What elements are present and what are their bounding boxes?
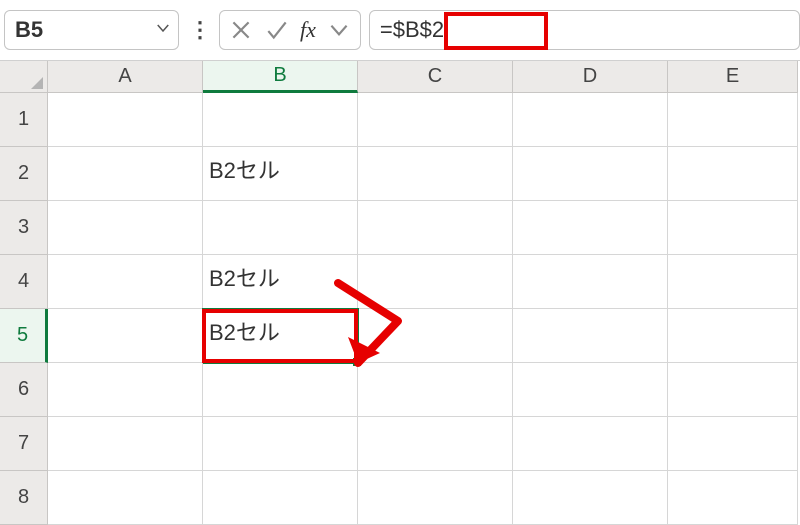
column-headers: A B C D E [0,61,800,93]
cell[interactable] [358,255,513,309]
chevron-down-icon [154,17,172,43]
cell[interactable] [358,309,513,363]
name-box[interactable]: B5 [4,10,179,50]
cell-selected[interactable]: B2セル [203,309,358,363]
formula-bar: B5 ⋮ fx =$B$2 [0,0,800,60]
cell[interactable] [48,147,203,201]
table-row: 2 B2セル [0,147,800,201]
formula-buttons: fx [219,10,361,50]
col-header[interactable]: A [48,61,203,93]
table-row: 4 B2セル [0,255,800,309]
cell[interactable] [203,471,358,525]
cell[interactable] [358,147,513,201]
cell[interactable] [668,255,798,309]
col-header[interactable]: B [203,61,358,93]
cell[interactable] [668,363,798,417]
cell[interactable]: B2セル [203,147,358,201]
name-box-value: B5 [15,17,154,43]
cell[interactable] [48,255,203,309]
chevron-down-icon[interactable] [326,17,352,43]
divider-icon: ⋮ [187,17,211,43]
cell[interactable] [48,417,203,471]
cell[interactable] [358,417,513,471]
table-row: 3 [0,201,800,255]
cell[interactable] [513,417,668,471]
cell[interactable] [668,93,798,147]
cell[interactable] [358,201,513,255]
table-row: 7 [0,417,800,471]
row-header[interactable]: 5 [0,309,48,363]
cell[interactable] [48,363,203,417]
table-row: 1 [0,93,800,147]
fx-icon[interactable]: fx [300,17,316,43]
row-header[interactable]: 8 [0,471,48,525]
row-header[interactable]: 6 [0,363,48,417]
cell[interactable] [513,471,668,525]
col-header[interactable]: D [513,61,668,93]
cell[interactable] [668,147,798,201]
col-header[interactable]: C [358,61,513,93]
row-header[interactable]: 4 [0,255,48,309]
table-row: 5 B2セル [0,309,800,363]
row-header[interactable]: 7 [0,417,48,471]
cell[interactable]: B2セル [203,255,358,309]
table-row: 8 [0,471,800,525]
cell[interactable] [513,201,668,255]
cell[interactable] [513,363,668,417]
cell[interactable] [203,201,358,255]
cell[interactable] [48,201,203,255]
formula-text: =$B$2 [380,17,444,43]
cell[interactable] [668,309,798,363]
cell[interactable] [203,417,358,471]
cancel-icon[interactable] [228,17,254,43]
cell[interactable] [668,417,798,471]
row-header[interactable]: 2 [0,147,48,201]
cell[interactable] [513,255,668,309]
cell[interactable] [513,93,668,147]
col-header[interactable]: E [668,61,798,93]
spreadsheet-grid: A B C D E 1 2 B2セル 3 4 B2セル [0,60,800,525]
cell[interactable] [203,363,358,417]
enter-icon[interactable] [264,17,290,43]
select-all-cell[interactable] [0,61,48,93]
formula-input[interactable]: =$B$2 [369,10,800,50]
row-header[interactable]: 3 [0,201,48,255]
cell[interactable] [48,309,203,363]
cell[interactable] [203,93,358,147]
cell[interactable] [668,471,798,525]
cell[interactable] [513,309,668,363]
cell[interactable] [48,93,203,147]
table-row: 6 [0,363,800,417]
cell[interactable] [358,363,513,417]
cell[interactable] [48,471,203,525]
cell[interactable] [668,201,798,255]
cell[interactable] [513,147,668,201]
cell[interactable] [358,93,513,147]
row-header[interactable]: 1 [0,93,48,147]
cell[interactable] [358,471,513,525]
